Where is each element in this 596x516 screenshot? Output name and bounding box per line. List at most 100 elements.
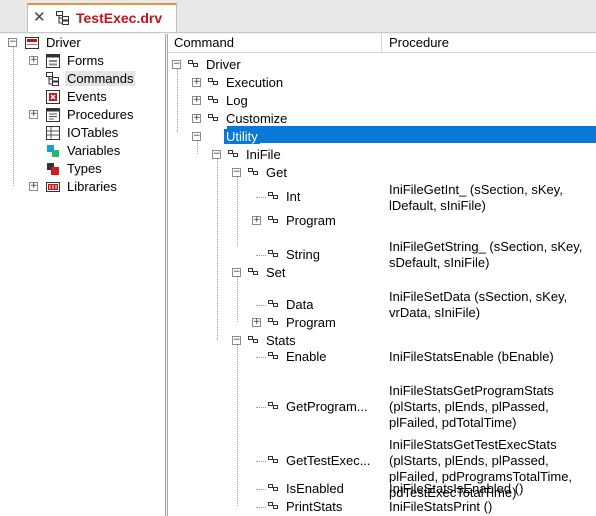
command-node-icon <box>188 60 198 67</box>
command-node-icon <box>268 484 278 491</box>
command-label: Int <box>286 189 301 204</box>
command-node-icon <box>268 502 278 509</box>
expand-toggle[interactable]: + <box>192 78 201 87</box>
command-label: Driver <box>206 57 241 72</box>
collapse-toggle[interactable]: − <box>192 132 201 141</box>
tree-item-label: Libraries <box>67 179 117 194</box>
command-row-set[interactable]: − Set <box>168 264 596 282</box>
tree-connector <box>256 255 266 256</box>
command-label: Enable <box>286 349 327 364</box>
command-node-icon <box>248 336 258 343</box>
command-node-icon <box>268 402 278 409</box>
procedure-column-header[interactable]: Procedure <box>389 35 449 50</box>
procedure-text: IniFileStatsGetProgramStats (plStarts, p… <box>389 383 554 430</box>
column-divider[interactable] <box>381 34 382 52</box>
command-row-get-int[interactable]: Int IniFileGetInt_ (sSection, sKey, lDefa… <box>168 182 596 213</box>
command-label: GetProgram... <box>286 399 368 414</box>
forms-icon <box>46 54 60 68</box>
command-node-icon <box>208 114 218 121</box>
command-row-stats-isenabled[interactable]: IsEnabled IniFileStatsIsEnabled () <box>168 480 596 498</box>
tab-bar: ✕ TestExec.drv <box>0 0 596 33</box>
expand-toggle[interactable]: + <box>29 182 38 191</box>
collapse-toggle[interactable]: − <box>172 60 181 69</box>
command-row-driver[interactable]: − Driver <box>168 56 596 74</box>
collapse-toggle[interactable]: − <box>232 168 241 177</box>
command-node-icon <box>248 168 258 175</box>
command-label: Set <box>266 265 286 280</box>
command-row-customize[interactable]: + Customize <box>168 110 596 128</box>
command-label: Get <box>266 165 287 180</box>
command-label: Customize <box>226 111 288 126</box>
tree-item-label: Procedures <box>67 107 134 122</box>
iotables-icon <box>46 126 60 140</box>
procedures-icon <box>46 108 60 122</box>
command-label: IniFile <box>246 147 281 162</box>
command-node-icon <box>268 300 278 307</box>
tree-guide-line <box>13 46 14 186</box>
command-label: Utility <box>224 129 260 144</box>
commands-icon <box>46 72 59 86</box>
command-node-icon <box>268 352 278 359</box>
tree-item-label: Variables <box>67 143 121 158</box>
expand-toggle[interactable]: + <box>29 56 38 65</box>
command-node-icon <box>268 456 278 463</box>
tab-testexec[interactable]: ✕ TestExec.drv <box>27 3 177 32</box>
command-label: GetTestExec... <box>286 453 371 468</box>
close-tab-button[interactable]: ✕ <box>33 8 46 26</box>
command-label: Execution <box>226 75 284 90</box>
command-label: Data <box>286 297 314 312</box>
events-icon <box>46 90 60 104</box>
expand-toggle[interactable]: + <box>192 114 201 123</box>
command-node-icon <box>228 150 238 157</box>
procedure-text: IniFileStatsEnable (bEnable) <box>389 349 554 364</box>
expand-toggle[interactable]: + <box>252 216 261 225</box>
libraries-icon <box>46 182 60 192</box>
command-label: Program <box>286 315 336 330</box>
expand-toggle[interactable]: + <box>192 96 201 105</box>
tree-connector <box>256 507 266 508</box>
command-row-stats-printstats[interactable]: PrintStats IniFileStatsPrint () <box>168 498 596 516</box>
command-row-utility[interactable]: − Utility <box>168 128 596 146</box>
tree-connector <box>256 305 266 306</box>
command-node-icon <box>268 192 278 199</box>
expand-toggle[interactable]: + <box>29 110 38 119</box>
tree-item-label: Driver <box>46 35 81 50</box>
collapse-toggle[interactable]: − <box>8 38 17 47</box>
command-label: IsEnabled <box>286 481 344 496</box>
command-label: Program <box>286 213 336 228</box>
tree-connector <box>256 407 266 408</box>
command-row-get-program[interactable]: + Program <box>168 212 596 230</box>
command-label: Log <box>226 93 248 108</box>
collapse-toggle[interactable]: − <box>232 336 241 345</box>
command-node-icon <box>268 216 278 223</box>
command-row-inifile[interactable]: − IniFile <box>168 146 596 164</box>
command-node-icon <box>268 318 278 325</box>
tree-connector <box>256 197 266 198</box>
collapse-toggle[interactable]: − <box>232 268 241 277</box>
command-column-header[interactable]: Command <box>174 35 234 50</box>
types-icon <box>47 163 59 175</box>
tree-connector <box>256 489 266 490</box>
tree-item-label: IOTables <box>67 125 119 140</box>
tab-title: TestExec.drv <box>76 10 163 26</box>
project-tree[interactable]: − Driver + Forms Commands Events + Proce… <box>0 34 166 516</box>
column-header: Command Procedure <box>168 34 596 53</box>
command-row-stats-getprogram[interactable]: GetProgram... IniFileStatsGetProgramStats… <box>168 380 596 434</box>
command-node-icon <box>248 268 258 275</box>
command-row-log[interactable]: + Log <box>168 92 596 110</box>
variables-icon <box>47 145 59 157</box>
driver-icon <box>25 37 39 49</box>
command-row-execution[interactable]: + Execution <box>168 74 596 92</box>
tree-item-label: Types <box>67 161 102 176</box>
tree-item-label: Forms <box>67 53 104 68</box>
tree-connector <box>256 461 266 462</box>
collapse-toggle[interactable]: − <box>212 150 221 159</box>
command-panel[interactable]: Command Procedure − Driver + Execution + Log +… <box>167 34 596 516</box>
expand-toggle[interactable]: + <box>252 318 261 327</box>
tree-item-label: Commands <box>65 71 136 86</box>
command-row-get[interactable]: − Get <box>168 164 596 182</box>
tree-connector <box>256 357 266 358</box>
command-row-stats-enable[interactable]: Enable IniFileStatsEnable (bEnable) <box>168 348 596 366</box>
command-row-set-program[interactable]: + Program <box>168 314 596 332</box>
command-node-icon <box>208 132 218 139</box>
